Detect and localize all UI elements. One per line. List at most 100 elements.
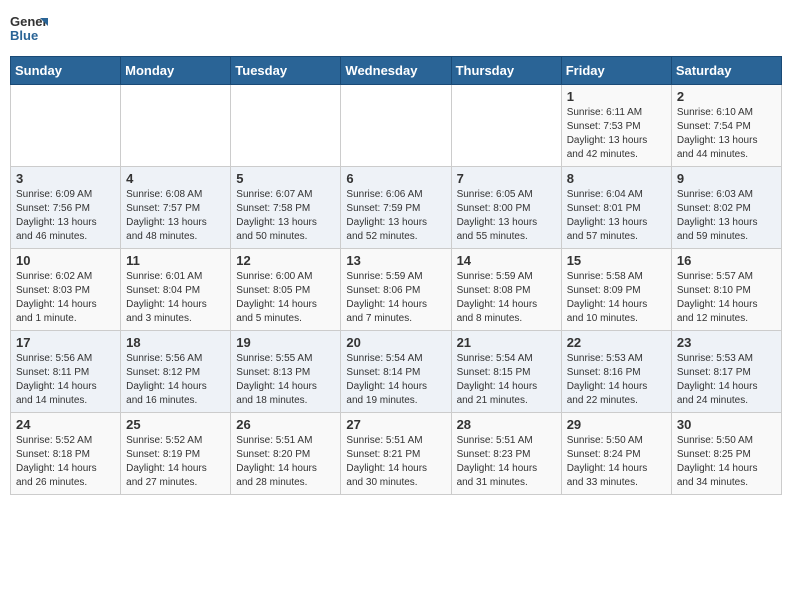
day-info: Sunrise: 5:54 AM Sunset: 8:15 PM Dayligh… <box>457 352 556 408</box>
calendar-cell <box>11 85 121 167</box>
day-info: Sunrise: 5:50 AM Sunset: 8:25 PM Dayligh… <box>677 434 776 490</box>
day-info: Sunrise: 6:05 AM Sunset: 8:00 PM Dayligh… <box>457 188 556 244</box>
weekday-header-row: SundayMondayTuesdayWednesdayThursdayFrid… <box>11 57 782 85</box>
day-info: Sunrise: 6:11 AM Sunset: 7:53 PM Dayligh… <box>567 106 666 162</box>
calendar-cell: 16 Sunrise: 5:57 AM Sunset: 8:10 PM Dayli… <box>671 249 781 331</box>
day-number: 13 <box>346 253 445 268</box>
calendar-cell <box>451 85 561 167</box>
day-number: 17 <box>16 335 115 350</box>
calendar-cell: 1 Sunrise: 6:11 AM Sunset: 7:53 PM Daylig… <box>561 85 671 167</box>
calendar-week-1: 1 Sunrise: 6:11 AM Sunset: 7:53 PM Daylig… <box>11 85 782 167</box>
calendar-cell <box>121 85 231 167</box>
calendar-week-5: 24 Sunrise: 5:52 AM Sunset: 8:18 PM Dayli… <box>11 413 782 495</box>
day-number: 16 <box>677 253 776 268</box>
calendar-cell: 8 Sunrise: 6:04 AM Sunset: 8:01 PM Daylig… <box>561 167 671 249</box>
calendar-cell: 2 Sunrise: 6:10 AM Sunset: 7:54 PM Daylig… <box>671 85 781 167</box>
day-info: Sunrise: 5:59 AM Sunset: 8:08 PM Dayligh… <box>457 270 556 326</box>
day-info: Sunrise: 6:09 AM Sunset: 7:56 PM Dayligh… <box>16 188 115 244</box>
weekday-header-wednesday: Wednesday <box>341 57 451 85</box>
calendar-week-3: 10Sunrise: 6:02 AM Sunset: 8:03 PM Dayli… <box>11 249 782 331</box>
calendar-cell: 30 Sunrise: 5:50 AM Sunset: 8:25 PM Dayli… <box>671 413 781 495</box>
day-info: Sunrise: 6:06 AM Sunset: 7:59 PM Dayligh… <box>346 188 445 244</box>
weekday-header-monday: Monday <box>121 57 231 85</box>
day-info: Sunrise: 5:53 AM Sunset: 8:16 PM Dayligh… <box>567 352 666 408</box>
day-number: 2 <box>677 89 776 104</box>
calendar-week-4: 17 Sunrise: 5:56 AM Sunset: 8:11 PM Dayli… <box>11 331 782 413</box>
day-info: Sunrise: 6:10 AM Sunset: 7:54 PM Dayligh… <box>677 106 776 162</box>
calendar-cell <box>341 85 451 167</box>
day-info: Sunrise: 6:01 AM Sunset: 8:04 PM Dayligh… <box>126 270 225 326</box>
calendar-cell <box>231 85 341 167</box>
day-info: Sunrise: 6:08 AM Sunset: 7:57 PM Dayligh… <box>126 188 225 244</box>
calendar-cell: 27Sunrise: 5:51 AM Sunset: 8:21 PM Dayli… <box>341 413 451 495</box>
calendar-cell: 18Sunrise: 5:56 AM Sunset: 8:12 PM Dayli… <box>121 331 231 413</box>
day-number: 21 <box>457 335 556 350</box>
day-number: 30 <box>677 417 776 432</box>
calendar-cell: 29 Sunrise: 5:50 AM Sunset: 8:24 PM Dayli… <box>561 413 671 495</box>
day-info: Sunrise: 5:52 AM Sunset: 8:18 PM Dayligh… <box>16 434 115 490</box>
calendar-cell: 6Sunrise: 6:06 AM Sunset: 7:59 PM Daylig… <box>341 167 451 249</box>
calendar-cell: 19 Sunrise: 5:55 AM Sunset: 8:13 PM Dayli… <box>231 331 341 413</box>
day-info: Sunrise: 6:03 AM Sunset: 8:02 PM Dayligh… <box>677 188 776 244</box>
day-info: Sunrise: 5:53 AM Sunset: 8:17 PM Dayligh… <box>677 352 776 408</box>
calendar-cell: 3Sunrise: 6:09 AM Sunset: 7:56 PM Daylig… <box>11 167 121 249</box>
weekday-header-tuesday: Tuesday <box>231 57 341 85</box>
weekday-header-friday: Friday <box>561 57 671 85</box>
calendar-cell: 12Sunrise: 6:00 AM Sunset: 8:05 PM Dayli… <box>231 249 341 331</box>
weekday-header-thursday: Thursday <box>451 57 561 85</box>
calendar-cell: 4 Sunrise: 6:08 AM Sunset: 7:57 PM Daylig… <box>121 167 231 249</box>
day-number: 11 <box>126 253 225 268</box>
day-number: 9 <box>677 171 776 186</box>
day-info: Sunrise: 5:56 AM Sunset: 8:11 PM Dayligh… <box>16 352 115 408</box>
svg-text:Blue: Blue <box>10 28 38 43</box>
day-number: 28 <box>457 417 556 432</box>
calendar-cell: 25Sunrise: 5:52 AM Sunset: 8:19 PM Dayli… <box>121 413 231 495</box>
day-number: 29 <box>567 417 666 432</box>
day-info: Sunrise: 6:07 AM Sunset: 7:58 PM Dayligh… <box>236 188 335 244</box>
day-number: 26 <box>236 417 335 432</box>
day-info: Sunrise: 5:51 AM Sunset: 8:20 PM Dayligh… <box>236 434 335 490</box>
calendar-cell: 11 Sunrise: 6:01 AM Sunset: 8:04 PM Dayli… <box>121 249 231 331</box>
day-number: 14 <box>457 253 556 268</box>
day-info: Sunrise: 5:50 AM Sunset: 8:24 PM Dayligh… <box>567 434 666 490</box>
day-info: Sunrise: 5:54 AM Sunset: 8:14 PM Dayligh… <box>346 352 445 408</box>
day-info: Sunrise: 5:51 AM Sunset: 8:21 PM Dayligh… <box>346 434 445 490</box>
day-number: 23 <box>677 335 776 350</box>
calendar-cell: 22 Sunrise: 5:53 AM Sunset: 8:16 PM Dayli… <box>561 331 671 413</box>
svg-text:General: General <box>10 14 48 29</box>
day-number: 19 <box>236 335 335 350</box>
day-number: 22 <box>567 335 666 350</box>
day-info: Sunrise: 6:00 AM Sunset: 8:05 PM Dayligh… <box>236 270 335 326</box>
calendar-cell: 10Sunrise: 6:02 AM Sunset: 8:03 PM Dayli… <box>11 249 121 331</box>
day-number: 20 <box>346 335 445 350</box>
day-info: Sunrise: 5:55 AM Sunset: 8:13 PM Dayligh… <box>236 352 335 408</box>
day-number: 4 <box>126 171 225 186</box>
calendar-cell: 5 Sunrise: 6:07 AM Sunset: 7:58 PM Daylig… <box>231 167 341 249</box>
calendar-cell: 28 Sunrise: 5:51 AM Sunset: 8:23 PM Dayli… <box>451 413 561 495</box>
page-header: General Blue <box>10 10 782 48</box>
calendar-week-2: 3Sunrise: 6:09 AM Sunset: 7:56 PM Daylig… <box>11 167 782 249</box>
day-info: Sunrise: 5:59 AM Sunset: 8:06 PM Dayligh… <box>346 270 445 326</box>
calendar-table: SundayMondayTuesdayWednesdayThursdayFrid… <box>10 56 782 495</box>
calendar-cell: 7 Sunrise: 6:05 AM Sunset: 8:00 PM Daylig… <box>451 167 561 249</box>
calendar-cell: 23 Sunrise: 5:53 AM Sunset: 8:17 PM Dayli… <box>671 331 781 413</box>
logo: General Blue <box>10 10 52 48</box>
calendar-cell: 14 Sunrise: 5:59 AM Sunset: 8:08 PM Dayli… <box>451 249 561 331</box>
day-number: 15 <box>567 253 666 268</box>
calendar-cell: 20 Sunrise: 5:54 AM Sunset: 8:14 PM Dayli… <box>341 331 451 413</box>
calendar-cell: 13 Sunrise: 5:59 AM Sunset: 8:06 PM Dayli… <box>341 249 451 331</box>
day-info: Sunrise: 6:04 AM Sunset: 8:01 PM Dayligh… <box>567 188 666 244</box>
day-info: Sunrise: 6:02 AM Sunset: 8:03 PM Dayligh… <box>16 270 115 326</box>
day-info: Sunrise: 5:57 AM Sunset: 8:10 PM Dayligh… <box>677 270 776 326</box>
calendar-cell: 24 Sunrise: 5:52 AM Sunset: 8:18 PM Dayli… <box>11 413 121 495</box>
calendar-cell: 15 Sunrise: 5:58 AM Sunset: 8:09 PM Dayli… <box>561 249 671 331</box>
day-number: 8 <box>567 171 666 186</box>
day-info: Sunrise: 5:58 AM Sunset: 8:09 PM Dayligh… <box>567 270 666 326</box>
day-info: Sunrise: 5:52 AM Sunset: 8:19 PM Dayligh… <box>126 434 225 490</box>
day-number: 24 <box>16 417 115 432</box>
day-number: 5 <box>236 171 335 186</box>
day-number: 7 <box>457 171 556 186</box>
calendar-cell: 26 Sunrise: 5:51 AM Sunset: 8:20 PM Dayli… <box>231 413 341 495</box>
day-number: 1 <box>567 89 666 104</box>
day-info: Sunrise: 5:51 AM Sunset: 8:23 PM Dayligh… <box>457 434 556 490</box>
